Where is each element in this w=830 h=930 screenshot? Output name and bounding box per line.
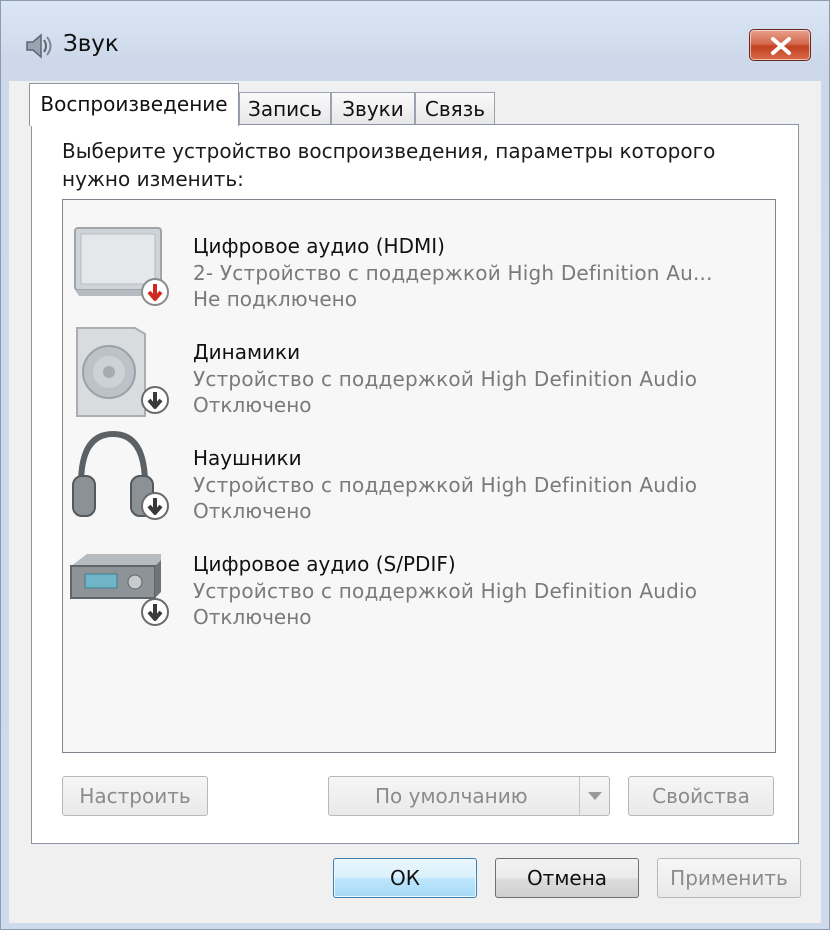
gray-down-arrow-icon [141, 386, 169, 414]
device-name: Наушники [193, 446, 302, 470]
close-icon [771, 37, 791, 55]
headphones-icon [65, 426, 175, 526]
chevron-down-icon [588, 792, 602, 800]
tab-communications[interactable]: Связь [415, 92, 495, 126]
device-item-hdmi[interactable]: Цифровое аудио (HDMI) 2- Устройство с по… [63, 214, 775, 320]
gray-down-arrow-icon [141, 598, 169, 626]
configure-button[interactable]: Настроить [62, 776, 208, 816]
tab-playback[interactable]: Воспроизведение [29, 83, 239, 126]
monitor-icon [65, 214, 175, 314]
apply-button[interactable]: Применить [657, 858, 801, 898]
device-description: 2- Устройство с поддержкой High Definiti… [193, 261, 713, 285]
red-down-arrow-icon [141, 278, 169, 306]
device-status: Отключено [193, 605, 312, 629]
device-name: Цифровое аудио (HDMI) [193, 234, 445, 258]
title-bar[interactable]: Звук [1, 1, 829, 81]
speaker-icon [21, 29, 55, 63]
device-description: Устройство с поддержкой High Definition … [193, 473, 698, 497]
device-description: Устройство с поддержкой High Definition … [193, 367, 698, 391]
device-list[interactable]: Цифровое аудио (HDMI) 2- Устройство с по… [62, 199, 776, 753]
gray-down-arrow-icon [141, 492, 169, 520]
tab-recording[interactable]: Запись [239, 92, 331, 126]
tab-sounds[interactable]: Звуки [331, 92, 415, 126]
device-status: Отключено [193, 393, 312, 417]
dialog-client-area: Воспроизведение Запись Звуки Связь Выбер… [9, 81, 821, 923]
sound-dialog: Звук Воспроизведение Запись Звуки Связь … [0, 0, 830, 930]
ok-button[interactable]: ОК [333, 858, 477, 898]
device-status: Отключено [193, 499, 312, 523]
device-item-headphones[interactable]: Наушники Устройство с поддержкой High De… [63, 426, 775, 532]
set-default-label: По умолчанию [375, 784, 528, 808]
device-item-spdif[interactable]: Цифровое аудио (S/PDIF) Устройство с под… [63, 532, 775, 638]
set-default-dropdown[interactable] [579, 777, 609, 815]
set-default-split-button[interactable]: По умолчанию [328, 776, 610, 816]
speaker-box-icon [65, 320, 175, 420]
cancel-button[interactable]: Отмена [495, 858, 639, 898]
receiver-icon [65, 532, 175, 632]
device-name: Цифровое аудио (S/PDIF) [193, 552, 456, 576]
window-title: Звук [63, 31, 119, 57]
properties-button[interactable]: Свойства [628, 776, 774, 816]
device-item-speakers[interactable]: Динамики Устройство с поддержкой High De… [63, 320, 775, 426]
playback-panel: Выберите устройство воспроизведения, пар… [31, 124, 799, 844]
device-description: Устройство с поддержкой High Definition … [193, 579, 698, 603]
instruction-text: Выберите устройство воспроизведения, пар… [62, 139, 716, 191]
device-status: Не подключено [193, 287, 357, 311]
close-button[interactable] [749, 29, 811, 61]
device-name: Динамики [193, 340, 301, 364]
